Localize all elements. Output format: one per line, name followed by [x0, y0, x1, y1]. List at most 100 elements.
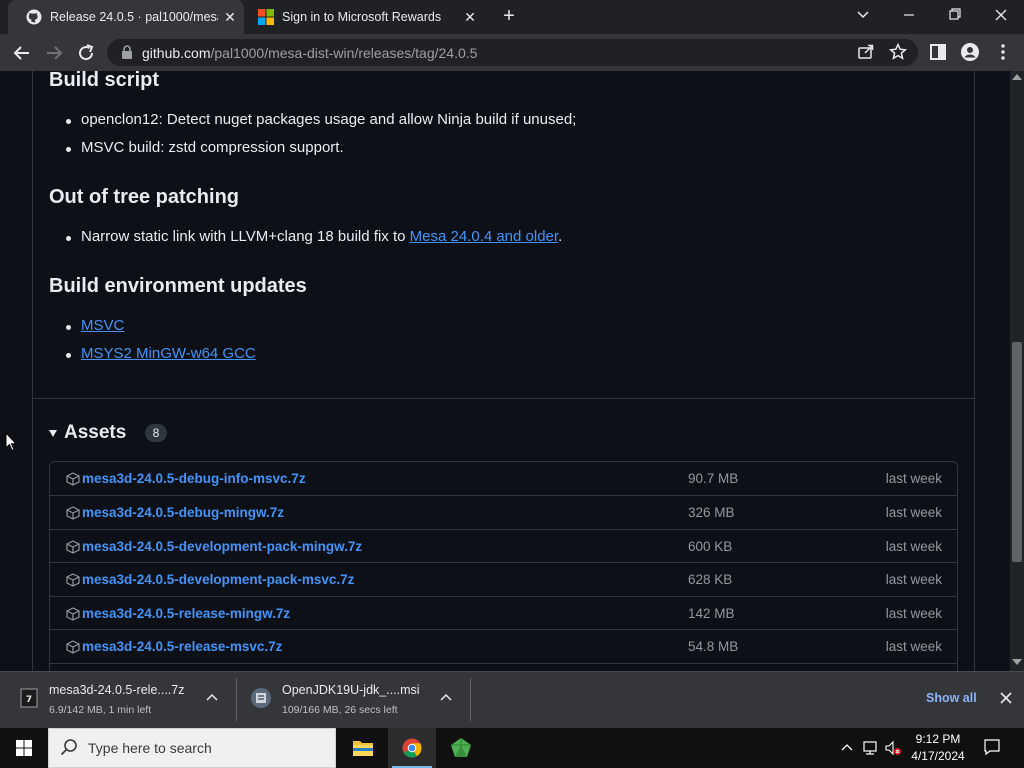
close-icon[interactable]: ✕ [222, 9, 238, 25]
close-icon[interactable] [999, 691, 1013, 705]
build-env-heading: Build environment updates [49, 275, 307, 297]
7z-archive-icon: 7 [20, 688, 38, 708]
table-row: mesa3d-24.0.5-development-pack-msvc.7z 6… [49, 562, 958, 596]
more-menu-icon[interactable] [993, 42, 1013, 62]
clock-date: 4/17/2024 [911, 749, 965, 763]
scroll-up-arrow-icon[interactable] [1012, 74, 1022, 80]
close-icon[interactable]: ✕ [462, 9, 478, 25]
scroll-thumb[interactable] [1012, 342, 1022, 562]
clock-time: 9:12 PM [915, 732, 961, 746]
list-item: MSVC [65, 317, 124, 334]
list-item: openclon12: Detect nuget packages usage … [65, 111, 577, 128]
new-tab-button[interactable]: + [498, 6, 520, 28]
asset-size: 54.8 MB [688, 639, 739, 654]
tab-search-chevron-icon[interactable] [840, 0, 886, 30]
table-row: mesa3d-24.0.5-development-pack-mingw.7z … [49, 529, 958, 563]
asset-link[interactable]: mesa3d-24.0.5-debug-info-msvc.7z [82, 471, 306, 486]
asset-size: 142 MB [688, 606, 735, 621]
taskbar-search-placeholder: Type here to search [88, 740, 212, 756]
folder-icon [353, 741, 373, 756]
mouse-cursor-icon [5, 432, 17, 452]
volume-muted-icon[interactable] [884, 739, 902, 757]
assets-toggle[interactable]: Assets [49, 421, 126, 445]
url-text[interactable]: github.com/pal1000/mesa-dist-win/release… [142, 45, 477, 61]
download-separator [470, 678, 471, 721]
download-item[interactable]: OpenJDK19U-jdk_....msi 109/166 MB, 26 se… [236, 671, 470, 728]
show-all-downloads-button[interactable]: Show all [926, 691, 977, 705]
assets-heading: Assets [64, 422, 127, 443]
asset-link[interactable]: mesa3d-24.0.5-development-pack-mingw.7z [82, 539, 362, 554]
tab-microsoft-rewards[interactable]: Sign in to Microsoft Rewards ✕ [250, 0, 490, 34]
system-clock[interactable]: 9:12 PM 4/17/2024 [905, 731, 971, 765]
package-icon [66, 607, 80, 621]
mesa-older-link[interactable]: Mesa 24.0.4 and older [410, 228, 558, 245]
asset-link[interactable]: mesa3d-24.0.5-release-msvc.7z [82, 639, 282, 654]
list-item: MSYS2 MinGW-w64 GCC [66, 345, 256, 362]
share-icon[interactable] [856, 42, 876, 62]
tab-label: Release 24.0.5 · pal1000/mesa-dist-win [50, 10, 218, 24]
table-row: mesa3d-24.0.5-debug-mingw.7z 326 MB last… [49, 495, 958, 529]
asset-date: last week [885, 606, 942, 621]
taskbar-chrome[interactable] [388, 728, 436, 768]
tab-label: Sign in to Microsoft Rewards [282, 10, 442, 24]
package-icon [66, 540, 80, 554]
out-of-tree-heading: Out of tree patching [49, 186, 239, 208]
asset-link[interactable]: mesa3d-24.0.5-development-pack-msvc.7z [82, 572, 354, 587]
download-item[interactable]: 7 mesa3d-24.0.5-rele....7z 6.9/142 MB, 1… [0, 671, 236, 728]
package-icon [66, 472, 80, 486]
forward-arrow-icon[interactable] [42, 41, 66, 65]
github-icon [26, 9, 42, 25]
taskbar-file-explorer[interactable] [339, 728, 387, 768]
windows-start-icon[interactable] [0, 728, 48, 768]
msi-installer-icon [251, 688, 271, 708]
back-arrow-icon[interactable] [10, 41, 34, 65]
bookmark-star-icon[interactable] [888, 42, 908, 62]
close-window-icon[interactable] [978, 0, 1024, 30]
download-filename: mesa3d-24.0.5-rele....7z [49, 683, 185, 697]
package-icon [66, 640, 80, 654]
table-row: mesa3d-24.0.5-release-msvc.7z 54.8 MB la… [49, 629, 958, 663]
table-row [49, 663, 958, 671]
asset-date: last week [885, 572, 942, 587]
list-item: Narrow static link with LLVM+clang 18 bu… [65, 228, 563, 245]
notification-icon[interactable] [983, 738, 1001, 756]
svg-text:7: 7 [26, 695, 32, 705]
list-item: MSVC build: zstd compression support. [66, 139, 344, 156]
chevron-up-icon[interactable] [838, 739, 856, 757]
tab-github-release[interactable]: Release 24.0.5 · pal1000/mesa-dist-win ✕ [8, 0, 244, 34]
page-content: Build script openclon12: Detect nuget pa… [0, 71, 1010, 671]
taskbar-app-green[interactable] [437, 728, 485, 768]
asset-link[interactable]: mesa3d-24.0.5-debug-mingw.7z [82, 505, 284, 520]
download-status: 109/166 MB, 26 secs left [282, 704, 398, 716]
lock-icon[interactable] [121, 45, 133, 59]
reload-icon[interactable] [74, 41, 98, 65]
asset-date: last week [885, 539, 942, 554]
chevron-up-icon[interactable] [206, 693, 218, 703]
asset-link[interactable]: mesa3d-24.0.5-release-mingw.7z [82, 606, 290, 621]
asset-size: 628 KB [688, 572, 733, 587]
chevron-up-icon[interactable] [440, 693, 452, 703]
asset-size: 600 KB [688, 539, 733, 554]
download-status: 6.9/142 MB, 1 min left [49, 704, 152, 716]
package-icon [66, 573, 80, 587]
msys2-link[interactable]: MSYS2 MinGW-w64 GCC [81, 345, 256, 362]
profile-icon[interactable] [960, 42, 980, 62]
minimize-icon[interactable] [886, 0, 932, 30]
msvc-link[interactable]: MSVC [81, 317, 124, 334]
search-icon [60, 739, 77, 756]
restore-icon[interactable] [932, 0, 978, 30]
table-row: mesa3d-24.0.5-release-mingw.7z 142 MB la… [49, 596, 958, 630]
assets-count-badge: 8 [145, 424, 167, 442]
asset-date: last week [885, 639, 942, 654]
microsoft-icon [258, 9, 274, 25]
green-gem-icon [451, 738, 471, 757]
section-divider [33, 398, 974, 399]
network-icon[interactable] [862, 739, 880, 757]
package-icon [66, 506, 80, 520]
triangle-down-icon [49, 429, 57, 437]
scroll-down-arrow-icon[interactable] [1012, 659, 1022, 665]
side-panel-icon[interactable] [928, 42, 948, 62]
table-row: mesa3d-24.0.5-debug-info-msvc.7z 90.7 MB… [49, 462, 958, 496]
asset-size: 326 MB [688, 505, 735, 520]
chrome-icon [402, 738, 422, 758]
